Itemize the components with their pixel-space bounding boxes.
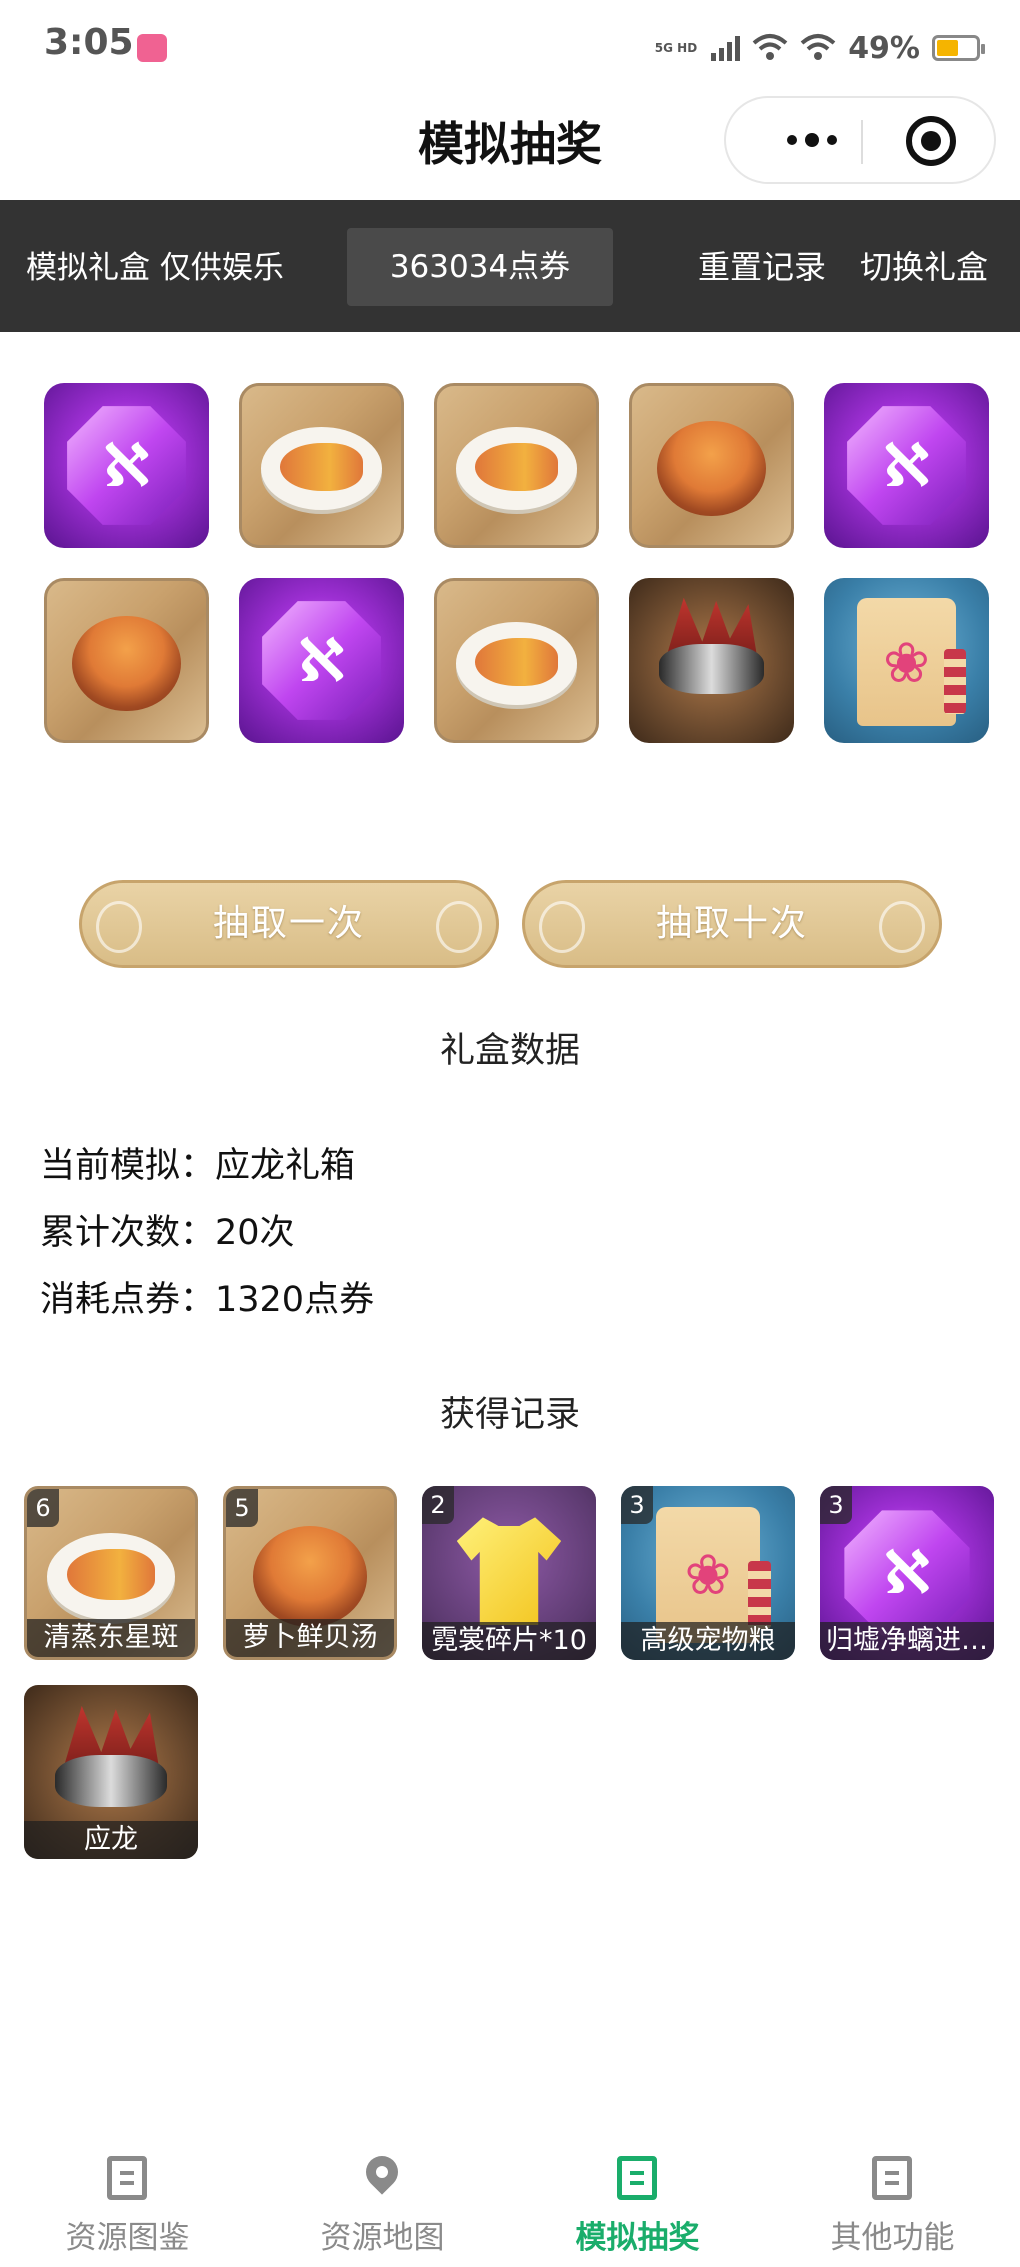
tab-other-functions[interactable]: 其他功能 <box>765 2130 1020 2267</box>
doc-icon <box>614 2156 660 2202</box>
record-count-badge: 3 <box>820 1486 852 1524</box>
tab-label: 资源图鉴 <box>65 2220 190 2256</box>
battery-level <box>937 40 958 56</box>
draw-ten-button[interactable]: 抽取十次 <box>522 880 942 968</box>
wifi-icon <box>800 34 836 60</box>
record-item-name: 霓裳碎片*10 <box>422 1622 596 1660</box>
entertainment-note: 模拟礼盒 仅供娱乐 <box>26 250 284 286</box>
steamed-fish-icon <box>434 383 599 548</box>
tab-resource-map[interactable]: 资源地图 <box>255 2130 510 2267</box>
record-count-badge: 5 <box>226 1489 258 1527</box>
doc-icon <box>104 2156 150 2202</box>
record-item-name: 萝卜鲜贝汤 <box>226 1619 394 1657</box>
draw-once-button[interactable]: 抽取一次 <box>79 880 499 968</box>
status-indicators: 5G HD 49% <box>654 28 985 68</box>
reset-records-button[interactable]: 重置记录 <box>698 242 826 288</box>
tab-label: 资源地图 <box>320 2220 445 2256</box>
capsule-divider <box>861 120 863 164</box>
purple-gem-icon: ℵ <box>824 383 989 548</box>
miniprogram-capsule <box>724 96 996 184</box>
points-balance: 363034点券 <box>347 228 613 306</box>
app-notification-icon <box>137 34 167 62</box>
tab-label: 模拟抽奖 <box>575 2220 700 2256</box>
scallop-soup-icon <box>44 578 209 743</box>
purple-gem-icon: ℵ <box>44 383 209 548</box>
box-data-title: 礼盒数据 <box>439 1031 580 1071</box>
scallop-soup-icon <box>629 383 794 548</box>
bottom-tab-bar: 资源图鉴 资源地图 模拟抽奖 其他功能 <box>0 2130 1020 2267</box>
cell-signal-icon <box>711 35 741 61</box>
close-miniprogram-icon[interactable] <box>906 116 956 166</box>
record-count-badge: 3 <box>621 1486 653 1524</box>
record-item[interactable]: 5 萝卜鲜贝汤 <box>223 1486 397 1660</box>
points-spent-line: 消耗点券：1320点券 <box>40 1280 375 1320</box>
record-count-badge: 6 <box>27 1489 59 1527</box>
more-icon[interactable] <box>762 98 862 182</box>
status-time: 3:05 <box>44 22 134 63</box>
record-item[interactable]: 6 清蒸东星斑 <box>24 1486 198 1660</box>
record-count-badge: 2 <box>422 1486 454 1524</box>
wifi-plus-icon <box>752 34 788 60</box>
tab-simulated-draw[interactable]: 模拟抽奖 <box>510 2130 765 2267</box>
battery-icon <box>932 35 985 61</box>
current-box-line: 当前模拟：应龙礼箱 <box>40 1146 356 1186</box>
record-item-name: 归墟净螭进… <box>820 1622 994 1660</box>
network-type: 5G HD <box>654 40 698 55</box>
draw-result-grid: ℵ ℵ ℵ ❀ <box>44 383 989 743</box>
tab-resource-catalog[interactable]: 资源图鉴 <box>0 2130 255 2267</box>
dragon-mount-icon <box>629 578 794 743</box>
records-grid: 6 清蒸东星斑 5 萝卜鲜贝汤 2 霓裳碎片*10 ❀ 3 高级宠物粮 ℵ 3 归墟净螭进… 应龙 <box>24 1486 1014 1859</box>
doc-icon <box>869 2156 915 2202</box>
total-draws-line: 累计次数：20次 <box>40 1213 295 1253</box>
record-item-name: 应龙 <box>24 1821 198 1859</box>
toolbar: 模拟礼盒 仅供娱乐 363034点券 重置记录 切换礼盒 <box>0 200 1020 332</box>
status-bar: 3:05 5G HD 49% <box>0 0 1020 96</box>
records-title: 获得记录 <box>439 1395 580 1435</box>
map-pin-icon <box>359 2149 405 2202</box>
steamed-fish-icon <box>434 578 599 743</box>
record-item-name: 清蒸东星斑 <box>27 1619 195 1657</box>
record-item[interactable]: 应龙 <box>24 1685 198 1859</box>
switch-box-button[interactable]: 切换礼盒 <box>860 242 988 288</box>
tab-label: 其他功能 <box>830 2220 955 2256</box>
record-item[interactable]: ℵ 3 归墟净螭进… <box>820 1486 994 1660</box>
record-item[interactable]: ❀ 3 高级宠物粮 <box>621 1486 795 1660</box>
steamed-fish-icon <box>239 383 404 548</box>
record-item-name: 高级宠物粮 <box>621 1622 795 1660</box>
battery-percent: 49% <box>848 30 920 66</box>
record-item[interactable]: 2 霓裳碎片*10 <box>422 1486 596 1660</box>
purple-gem-icon: ℵ <box>239 578 404 743</box>
pet-food-bag-icon: ❀ <box>824 578 989 743</box>
